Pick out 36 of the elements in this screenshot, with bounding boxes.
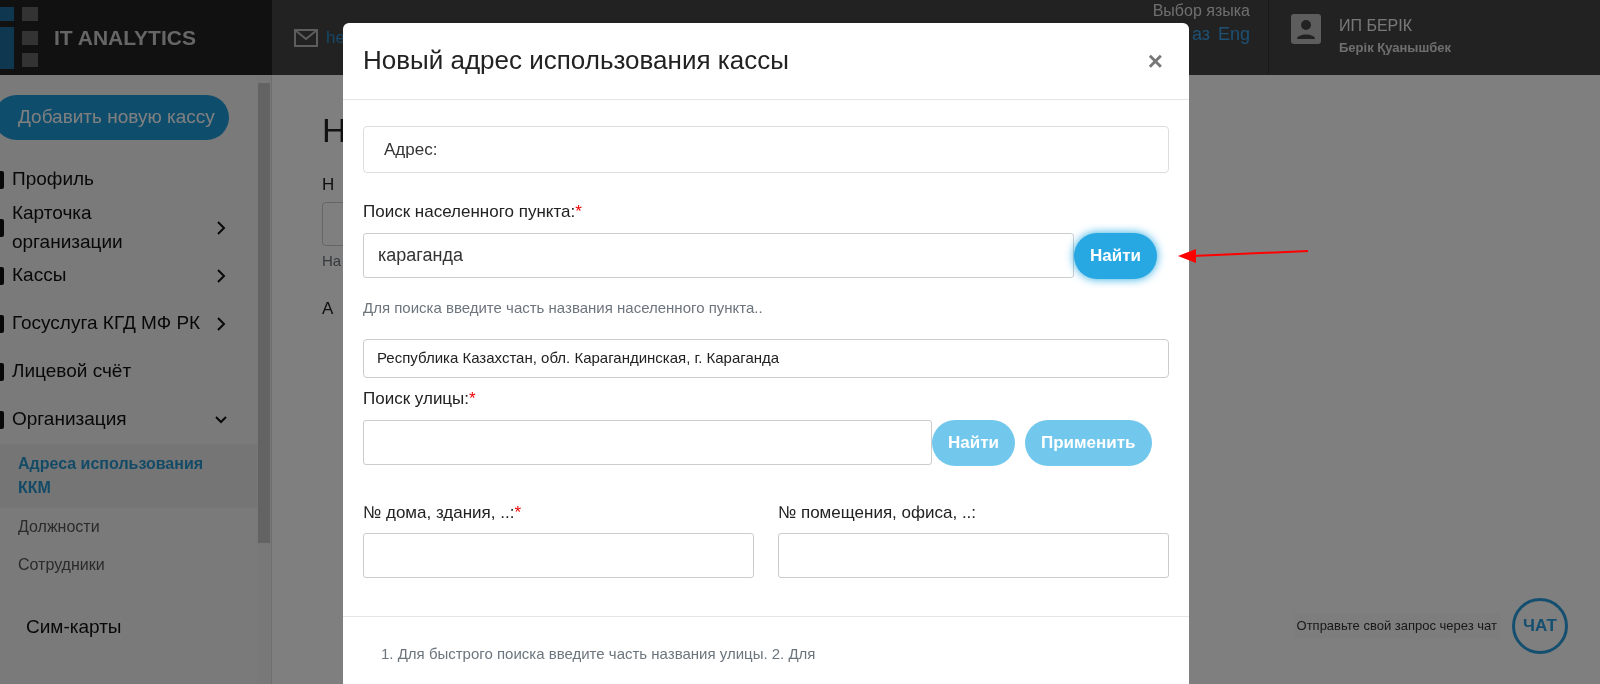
address-display: Адрес: [363, 126, 1169, 173]
menu-item[interactable]: Кассы [12, 261, 67, 290]
menu-item[interactable]: Лицевой счёт [12, 357, 132, 386]
field-label-text: № дома, здания, ..: [363, 502, 515, 522]
menu-item[interactable]: Карточка организации [11, 199, 208, 256]
field-label: А [322, 298, 334, 320]
submenu-item[interactable]: Адреса использования ККМ [0, 443, 257, 508]
field-label-text: Поиск населенного пункта: [363, 202, 576, 221]
submenu-item[interactable]: Должности [0, 507, 257, 546]
language-link[interactable]: Eng [1217, 21, 1250, 48]
field-label-text: Поиск улицы: [363, 389, 470, 408]
logo-text: IT ANALYTICS [54, 24, 196, 51]
user-subtitle: Берік Қуанышбек [1339, 39, 1452, 57]
close-button[interactable]: × [1141, 41, 1169, 81]
modal-title: Новый адрес использования кассы [363, 45, 789, 77]
menu-item[interactable]: Госуслуга КГД МФ РК [12, 309, 201, 338]
menu-item[interactable]: Сим-карты [26, 613, 122, 642]
required-mark: * [514, 502, 522, 522]
menu-item[interactable]: Профиль [12, 165, 95, 194]
user-name: ИП БЕРІК [1339, 16, 1414, 36]
city-search-field[interactable]: караганда [363, 233, 1074, 278]
submenu-item[interactable]: Сотрудники [0, 545, 257, 584]
field-hint: На [322, 250, 342, 271]
required-mark: * [575, 202, 582, 221]
language-label: Выбор языка [1152, 1, 1250, 21]
required-mark: * [469, 389, 476, 408]
search-button[interactable]: Найти [1074, 232, 1157, 279]
chat-button[interactable]: ЧАТ [1512, 598, 1568, 654]
footer-note: 1. Для быстрого поиска введите часть названия улицы. 2. Для [343, 616, 1189, 684]
city-result: Республика Казахстан, обл. Карагандинская, г. Караганда [363, 339, 1169, 378]
add-cash-register-button[interactable]: Добавить новую кассу [0, 95, 229, 140]
language-link[interactable]: аз [1191, 21, 1210, 48]
field-label-text: № помещения, офиса, ..: [778, 502, 977, 522]
search-hint: Для поиска введите часть названия населенного пункта.. [363, 297, 764, 318]
field-label: Н [322, 174, 335, 196]
menu-item[interactable]: Организация [12, 405, 127, 434]
